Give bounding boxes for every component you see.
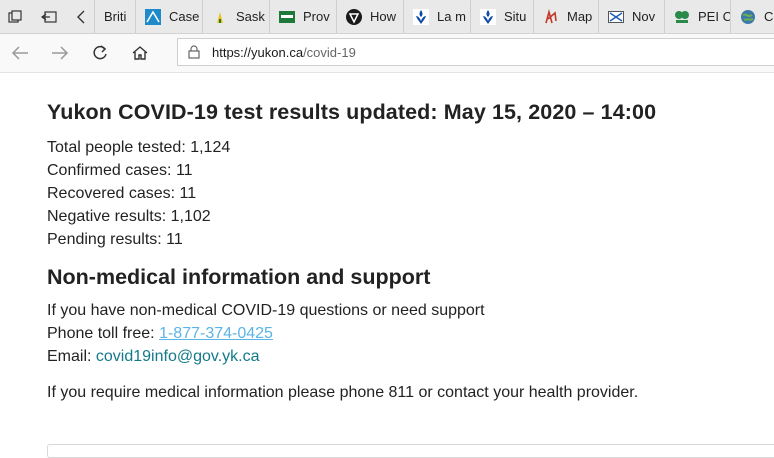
home-button[interactable]: [128, 42, 152, 64]
support-intro: If you have non-medical COVID-19 questio…: [47, 302, 485, 319]
phone-label: Phone toll free:: [47, 325, 160, 342]
tab-quebec-2[interactable]: Situ: [470, 0, 533, 33]
phone-link[interactable]: 1-877-374-0425: [159, 325, 273, 342]
newbrunswick-icon: [543, 8, 559, 25]
stat-total-tested: Total people tested: 1,124: [47, 139, 231, 156]
stat-negative: Negative results: 1,102: [47, 208, 211, 225]
tab-pei[interactable]: PEI C: [664, 0, 730, 33]
email-label: Email:: [47, 348, 96, 365]
forward-button[interactable]: [48, 42, 72, 64]
address-bar[interactable]: https://yukon.ca/covid-19: [177, 38, 774, 66]
tab-ontario[interactable]: How: [336, 0, 403, 33]
tab-nova-scotia[interactable]: Nov: [598, 0, 664, 33]
refresh-button[interactable]: [88, 42, 112, 64]
stat-pending: Pending results: 11: [47, 231, 183, 248]
url-text: https://yukon.ca/covid-19: [212, 44, 356, 60]
set-aside-tabs-icon[interactable]: [38, 6, 60, 28]
email-line: Email: covid19info@gov.yk.ca: [47, 345, 767, 368]
globe-icon: [740, 9, 756, 25]
content-card-edge: [47, 444, 774, 458]
tab-quebec-1[interactable]: La m: [403, 0, 470, 33]
quebec-icon: [480, 8, 496, 25]
browser-tab-bar: Briti Case Sask Prov How La m Situ Map N…: [0, 0, 774, 34]
novascotia-icon: [608, 9, 624, 25]
tab-new-brunswick[interactable]: Map: [533, 0, 598, 33]
stat-confirmed: Confirmed cases: 11: [47, 162, 193, 179]
page-title: Yukon COVID-19 test results updated: May…: [47, 100, 657, 124]
tab-other[interactable]: Co: [730, 0, 774, 33]
scroll-tabs-left-icon[interactable]: [70, 6, 92, 28]
tab-actions-icon[interactable]: [4, 6, 26, 28]
phone-line: Phone toll free: 1-877-374-0425: [47, 322, 767, 345]
pei-icon: [674, 9, 690, 25]
ontario-icon: [346, 8, 362, 25]
lock-icon: [188, 45, 200, 59]
back-button[interactable]: [8, 42, 32, 64]
alberta-icon: [145, 8, 161, 25]
stats-list: Total people tested: 1,124 Confirmed cas…: [47, 136, 767, 251]
medical-note: If you require medical information pleas…: [47, 384, 639, 401]
manitoba-icon: [279, 9, 295, 25]
quebec-icon: [413, 8, 429, 25]
support-heading: Non-medical information and support: [47, 265, 431, 289]
page-content: Yukon COVID-19 test results updated: May…: [47, 94, 767, 404]
tab-manitoba[interactable]: Prov: [269, 0, 336, 33]
stat-recovered: Recovered cases: 11: [47, 185, 197, 202]
tab-alberta[interactable]: Case: [135, 0, 202, 33]
tab-saskatchewan[interactable]: Sask: [202, 0, 269, 33]
browser-toolbar: https://yukon.ca/covid-19: [0, 34, 774, 73]
saskatchewan-icon: [212, 9, 228, 25]
email-link[interactable]: covid19info@gov.yk.ca: [96, 348, 260, 365]
tab-bc[interactable]: Briti: [94, 0, 135, 33]
